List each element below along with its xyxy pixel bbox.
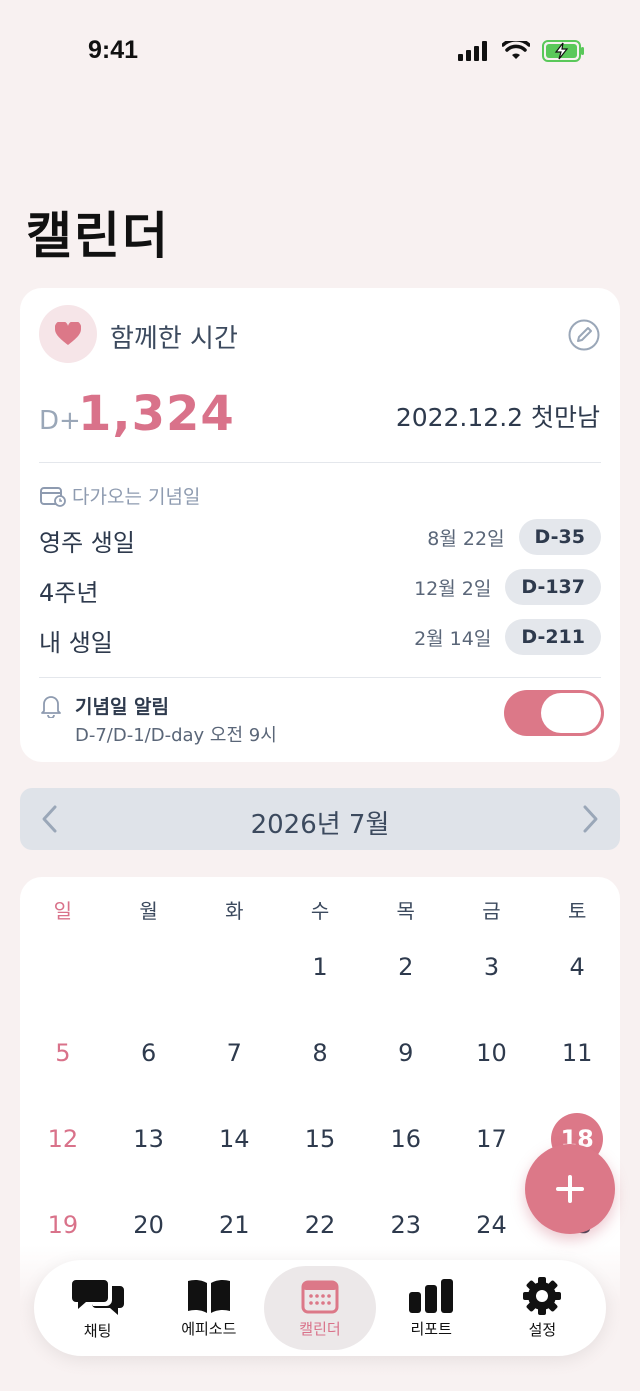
calendar-day[interactable]: 11 — [534, 1027, 620, 1079]
weekday-label: 월 — [139, 899, 158, 923]
page-title: 캘린더 — [26, 206, 170, 265]
calendar-day — [191, 941, 277, 993]
calendar-day[interactable]: 12 — [20, 1113, 106, 1165]
tab-label: 캘린더 — [299, 1319, 341, 1338]
calendar-day[interactable]: 14 — [191, 1113, 277, 1165]
tab-chat[interactable]: 채팅 — [42, 1266, 153, 1350]
weekday-label: 화 — [225, 899, 244, 923]
calendar-week-row: 12 13 14 15 16 17 18 — [20, 1113, 620, 1165]
dplus-prefix: D+ — [39, 406, 81, 436]
anniversary-name: 내 생일 — [39, 629, 113, 657]
anniversary-name: 영주 생일 — [39, 529, 135, 557]
tab-settings[interactable]: 설정 — [487, 1266, 598, 1350]
dday-badge: D-137 — [505, 569, 601, 605]
upcoming-label: 다가오는 기념일 — [72, 486, 201, 508]
weekday-label: 목 — [396, 899, 415, 923]
anniversary-date: 12월 2일 — [414, 577, 492, 600]
chevron-right-icon — [583, 805, 598, 833]
bell-icon — [41, 696, 61, 718]
calendar-day[interactable]: 20 — [106, 1199, 192, 1251]
tab-report[interactable]: 리포트 — [376, 1266, 487, 1350]
dday-badge: D-35 — [518, 519, 601, 555]
month-label: 2026년 7월 — [250, 810, 390, 840]
divider — [39, 462, 601, 463]
tab-label: 채팅 — [83, 1321, 112, 1340]
anniversary-row[interactable]: 내 생일 2월 14일 D-211 — [39, 619, 601, 659]
first-met-date: 2022.12.2 첫만남 — [395, 403, 600, 432]
alarm-subtitle: D-7/D-1/D-day 오전 9시 — [75, 725, 277, 746]
status-time: 9:41 — [88, 36, 139, 64]
gear-icon — [523, 1276, 562, 1315]
calendar-day[interactable]: 23 — [363, 1199, 449, 1251]
anniversary-card: 함께한 시간 D+ 1,324 2022.12.2 첫만남 다가오는 기념일 영… — [20, 288, 620, 762]
bar-chart-icon — [409, 1278, 454, 1313]
calendar-day[interactable]: 7 — [191, 1027, 277, 1079]
calendar-day[interactable]: 10 — [449, 1027, 535, 1079]
edit-icon[interactable] — [568, 319, 600, 351]
tab-bar: 채팅 에피소드 캘린더 리포트 설정 — [34, 1260, 606, 1356]
tab-episodes[interactable]: 에피소드 — [153, 1266, 264, 1350]
calendar-day[interactable]: 8 — [277, 1027, 363, 1079]
toggle-knob — [541, 693, 601, 733]
weekday-label: 일 — [53, 899, 73, 923]
calendar-day[interactable]: 17 — [449, 1113, 535, 1165]
calendar-day[interactable]: 6 — [106, 1027, 192, 1079]
calendar-day[interactable]: 2 — [363, 941, 449, 993]
together-time-heading: 함께한 시간 — [110, 324, 238, 354]
status-bar: 9:41 — [0, 0, 640, 100]
heart-icon — [39, 305, 97, 363]
calendar-day[interactable]: 15 — [277, 1113, 363, 1165]
calendar-day[interactable]: 4 — [534, 941, 620, 993]
calendar-day[interactable]: 22 — [277, 1199, 363, 1251]
calendar-day[interactable]: 24 — [449, 1199, 535, 1251]
weekday-label: 토 — [567, 899, 587, 923]
tab-label: 에피소드 — [181, 1319, 237, 1338]
calendar-day[interactable]: 5 — [20, 1027, 106, 1079]
anniversary-name: 4주년 — [39, 579, 99, 607]
calendar-day[interactable]: 16 — [363, 1113, 449, 1165]
calendar-day[interactable]: 13 — [106, 1113, 192, 1165]
divider — [39, 677, 601, 678]
anniversary-row[interactable]: 4주년 12월 2일 D-137 — [39, 569, 601, 609]
calendar-day[interactable]: 3 — [449, 941, 535, 993]
calendar-day[interactable]: 1 — [277, 941, 363, 993]
calendar-icon — [301, 1280, 339, 1313]
calendar-clock-icon — [40, 486, 66, 507]
anniversary-date: 2월 14일 — [414, 627, 492, 650]
add-button[interactable] — [525, 1144, 615, 1234]
calendar-week-row: 1234 — [20, 941, 620, 993]
tab-calendar[interactable]: 캘린더 — [264, 1266, 376, 1350]
dday-badge: D-211 — [505, 619, 601, 655]
signal-icon — [458, 41, 487, 61]
alarm-title: 기념일 알림 — [75, 696, 170, 718]
dplus-value: 1,324 — [78, 386, 235, 442]
weekday-label: 수 — [310, 899, 330, 923]
month-navigator: 2026년 7월 — [20, 788, 620, 850]
calendar-day[interactable]: 19 — [20, 1199, 106, 1251]
calendar-day[interactable]: 9 — [363, 1027, 449, 1079]
calendar-week-row: 5 6 7 8 9 10 11 — [20, 1027, 620, 1079]
battery-charging-icon — [542, 40, 584, 62]
chat-icon — [71, 1279, 124, 1315]
calendar-day — [20, 941, 106, 993]
weekday-header: 일월화수목금토 — [20, 895, 620, 924]
upcoming-heading: 다가오는 기념일 — [40, 482, 200, 509]
anniversary-date: 8월 22일 — [427, 527, 505, 550]
alarm-toggle[interactable] — [504, 690, 604, 736]
tab-label: 설정 — [528, 1320, 557, 1339]
plus-icon — [556, 1175, 584, 1203]
calendar-day — [106, 941, 192, 993]
anniversary-row[interactable]: 영주 생일 8월 22일 D-35 — [39, 519, 601, 559]
next-month-button[interactable] — [574, 802, 608, 836]
weekday-label: 금 — [482, 899, 501, 923]
wifi-icon — [502, 41, 530, 59]
tab-label: 리포트 — [410, 1319, 452, 1338]
book-icon — [187, 1279, 230, 1313]
calendar-day[interactable]: 21 — [191, 1199, 277, 1251]
status-icons — [458, 40, 586, 62]
